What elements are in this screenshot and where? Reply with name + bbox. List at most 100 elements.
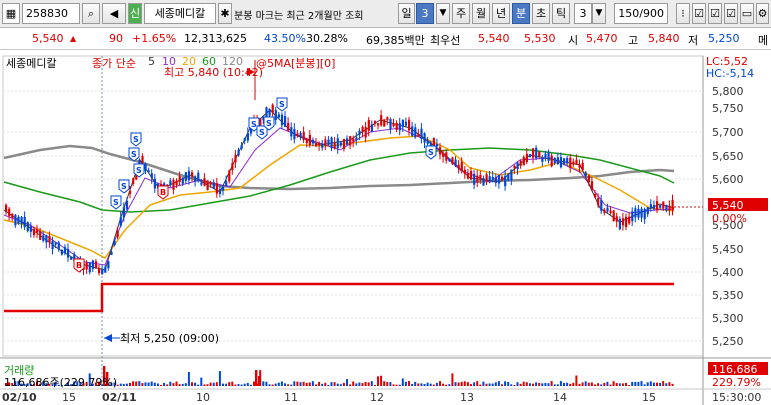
candle-body	[287, 122, 290, 131]
volume-bar	[336, 383, 339, 386]
candle-body	[646, 207, 649, 215]
candle-body	[569, 157, 572, 169]
interval-select[interactable]: 3	[574, 3, 592, 24]
candle-body	[572, 161, 575, 165]
legend-ma120[interactable]: 120	[222, 55, 243, 68]
volume-bar	[662, 381, 665, 386]
candle-body	[88, 262, 91, 273]
candle-body	[581, 162, 584, 171]
checkbox-icon-3[interactable]: ☑	[724, 3, 738, 24]
grid-icon[interactable]: ⁝	[676, 3, 690, 24]
count-input[interactable]: 150/900	[614, 3, 668, 24]
volume-bar	[324, 382, 327, 386]
volume-bar	[553, 384, 556, 386]
candle-body	[101, 268, 104, 275]
volume-bar	[501, 384, 503, 386]
speaker-icon[interactable]: ◀︎	[102, 3, 126, 24]
volume-bar	[212, 382, 215, 386]
volume-bar	[172, 383, 175, 386]
candle-body	[380, 115, 383, 126]
candle-body	[336, 138, 339, 149]
volume-bar	[280, 381, 283, 386]
chevron-down-icon[interactable]: ▼	[436, 3, 450, 24]
volume-bar	[355, 383, 358, 386]
volume-bar	[615, 382, 618, 386]
candle-body	[274, 109, 277, 121]
volume-bar	[522, 381, 525, 386]
candle-body	[671, 199, 674, 211]
volume-bar	[150, 381, 153, 386]
candle-body	[324, 139, 327, 146]
candle-body	[497, 174, 501, 184]
volume-bar	[547, 383, 550, 386]
volume-bar	[197, 384, 200, 386]
candle-body	[501, 176, 504, 181]
volume-bar	[525, 382, 528, 386]
volume-bar	[315, 384, 317, 386]
candle-body	[141, 155, 144, 163]
candle-body	[652, 205, 656, 209]
period-second-button[interactable]: 초	[532, 3, 550, 24]
candle-body	[519, 161, 522, 166]
menu-icon[interactable]: ▦	[2, 3, 20, 24]
info-icon[interactable]: ✱	[218, 3, 232, 24]
period-month-button[interactable]: 월	[472, 3, 490, 24]
candle-body	[401, 119, 404, 128]
low-note: 최저 5,250 (09:00)	[120, 332, 219, 345]
candle-body	[321, 143, 324, 148]
candle-body	[600, 199, 603, 211]
candle-body	[504, 175, 507, 187]
legend-ma10[interactable]: 10	[162, 55, 176, 68]
settings-icon[interactable]: ⚙	[756, 3, 769, 24]
checkbox-icon[interactable]: ☑	[692, 3, 706, 24]
volume-bar	[460, 381, 463, 386]
candle-body	[460, 161, 463, 171]
legend-ma20[interactable]: 20	[182, 55, 196, 68]
day-count-select[interactable]: 3	[416, 3, 434, 24]
legend-ma-extra[interactable]: @5MA[분봉][0]	[256, 55, 335, 71]
volume-bar	[153, 382, 156, 386]
stock-code-input[interactable]: 258830	[22, 3, 80, 24]
period-tick-button[interactable]: 틱	[552, 3, 570, 24]
checkbox-icon-2[interactable]: ☑	[708, 3, 722, 24]
volume-bar	[386, 381, 389, 386]
volume-bar	[510, 384, 513, 386]
candle-body	[67, 248, 70, 258]
volume-bar	[268, 384, 271, 386]
buy-icon[interactable]: 신	[128, 3, 142, 24]
volume-bar	[352, 381, 355, 386]
candle-body	[470, 170, 473, 180]
volume-bar	[485, 383, 488, 386]
volume-bar	[299, 382, 302, 386]
candle-body	[299, 132, 302, 137]
volume-bar	[559, 381, 562, 386]
candle-body	[342, 138, 346, 150]
period-year-button[interactable]: 년	[492, 3, 510, 24]
current-price-label: 5,540	[712, 199, 744, 212]
candle-body	[516, 162, 519, 170]
window-icon[interactable]: ▭	[740, 3, 754, 24]
candle-body	[584, 172, 587, 176]
candle-body	[119, 217, 122, 226]
volume-bar	[513, 384, 516, 386]
candle-body	[482, 178, 485, 186]
legend-ma5[interactable]: 5	[148, 55, 155, 68]
volume-bar	[203, 384, 206, 386]
search-icon[interactable]: ⌕	[82, 3, 100, 24]
open-label: 시	[568, 34, 579, 47]
price-tick: 5,600	[712, 173, 744, 186]
price-info-bar: 5,540 ▲ 90 +1.65% 12,313,625 43.50% 30.2…	[0, 28, 771, 50]
volume-value: 116,686주(229.79%)	[4, 376, 118, 389]
candle-body	[215, 183, 218, 194]
period-day-button[interactable]: 일	[398, 3, 415, 24]
legend-ma60[interactable]: 60	[202, 55, 216, 68]
candle-body	[243, 138, 246, 141]
period-week-button[interactable]: 주	[452, 3, 470, 24]
period-minute-button[interactable]: 분	[512, 3, 530, 24]
volume-bar	[488, 383, 491, 386]
candle-body	[147, 170, 150, 173]
volume-bar	[538, 382, 541, 386]
volume-bar	[333, 382, 336, 386]
interval-dropdown-icon[interactable]: ▼	[592, 3, 606, 24]
candle-body	[271, 104, 274, 113]
